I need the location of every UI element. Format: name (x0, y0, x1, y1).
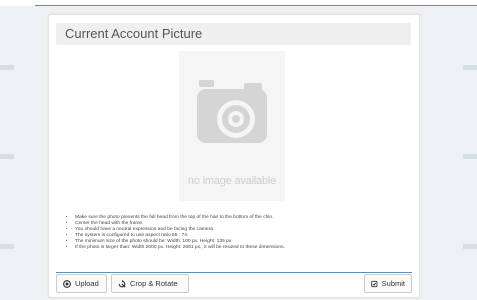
edge-marker (463, 244, 477, 249)
crop-rotate-button[interactable]: Crop & Rotate (111, 274, 189, 293)
panel-header: Current Account Picture (56, 23, 411, 45)
submit-button[interactable]: Submit (364, 274, 412, 293)
upload-button[interactable]: Upload (56, 274, 107, 293)
account-picture-panel: Current Account Picture no image availab… (48, 14, 420, 298)
edge-marker (463, 65, 477, 70)
crop-icon (118, 279, 126, 288)
edge-marker (0, 244, 14, 249)
edge-marker (0, 154, 14, 159)
photo-guidelines: Make sure the photo presents the full he… (63, 215, 415, 252)
submit-label: Submit (381, 279, 405, 288)
edge-marker (463, 154, 477, 159)
no-image-text: no image available (187, 175, 277, 187)
panel-title: Current Account Picture (65, 26, 203, 41)
photo-placeholder: no image available (179, 51, 285, 201)
upload-label: Upload (75, 279, 99, 288)
camera-icon (197, 80, 267, 143)
footer-divider (56, 272, 412, 273)
edge-marker (0, 65, 14, 70)
upload-circle-icon (63, 279, 71, 288)
check-square-icon (371, 280, 378, 287)
crop-rotate-label: Crop & Rotate (130, 279, 178, 288)
top-accent-line (35, 5, 477, 6)
guideline-item: If the photo is larger than: Width 2000 … (75, 245, 415, 251)
